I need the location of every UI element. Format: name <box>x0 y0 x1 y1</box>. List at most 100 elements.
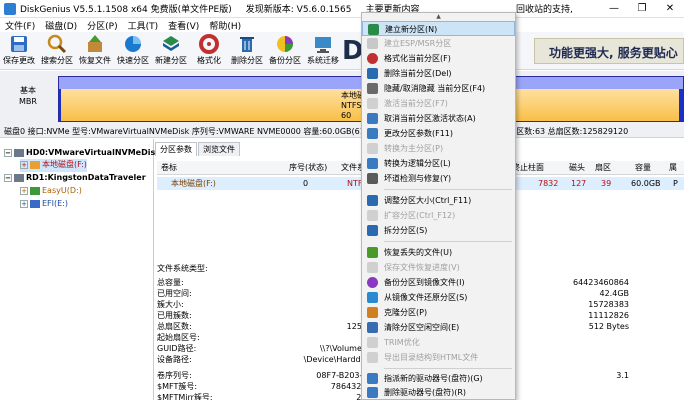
tree-item-easyu[interactable]: + EasyU(D:) <box>20 185 82 198</box>
delete-icon <box>367 68 378 79</box>
menu-partition[interactable]: 分区(P) <box>82 19 122 32</box>
menu-disk[interactable]: 磁盘(D) <box>40 19 82 32</box>
menu-item-backup-image[interactable]: 备份分区到镜像文件(I) <box>362 275 515 290</box>
tree-item-easyu-label: EasyU(D:) <box>42 186 82 195</box>
close-button[interactable]: ✕ <box>656 0 684 18</box>
menu-view[interactable]: 查看(V) <box>163 19 204 32</box>
menu-item-format[interactable]: 格式化当前分区(F) <box>362 51 515 66</box>
menu-item-export-html[interactable]: 导出目录结构到HTML文件 <box>362 350 515 365</box>
menu-scroll-up-icon[interactable]: ▲ <box>362 13 515 21</box>
menu-item-activate[interactable]: 激活当前分区(F7) <box>362 96 515 111</box>
update-notice[interactable]: 发现新版本: V5.6.0.1565 <box>246 2 352 15</box>
split-icon <box>367 225 378 236</box>
delete-partition-icon <box>237 34 257 54</box>
tree-item-rd1[interactable]: − RD1:KingstonDataTraveler <box>4 172 146 185</box>
menu-item-remove-letter[interactable]: 删除驱动器号(盘符)(R) <box>362 385 515 400</box>
recover-files-label: 恢复文件 <box>79 56 111 65</box>
col-attr[interactable]: 属 <box>669 161 677 175</box>
menu-item-assign-letter[interactable]: 指派新的驱动器号(盘符)(G) <box>362 371 515 386</box>
resize-icon <box>367 195 378 206</box>
col-capacity[interactable]: 容量 <box>635 161 651 175</box>
fs-key: 总扇区数: <box>157 322 192 331</box>
menu-item-esp-msr[interactable]: 建立ESP/MSR分区 <box>362 36 515 51</box>
fs-value: 786432 ( <box>330 382 367 391</box>
menu-item-deactivate[interactable]: 取消当前分区激活状态(A) <box>362 111 515 126</box>
menu-item-recover-files[interactable]: 恢复丢失的文件(U) <box>362 245 515 260</box>
backup-partition-label: 备份分区 <box>269 56 301 65</box>
menu-item-resize[interactable]: 调整分区大小(Ctrl_F11) <box>362 193 515 208</box>
menu-item-label: 拆分分区(S) <box>384 226 428 235</box>
tab-browse-files[interactable]: 浏览文件 <box>198 142 240 156</box>
collapse-icon[interactable]: − <box>4 149 12 157</box>
tree-item-efi[interactable]: + EFI(E:) <box>20 198 68 211</box>
save-button[interactable]: 保存更改 <box>0 34 38 68</box>
menu-item-label: 隐藏/取消隐藏 当前分区(F4) <box>384 84 486 93</box>
col-volume-label[interactable]: 卷标 <box>161 161 177 175</box>
new-partition-button[interactable]: 新建分区 <box>152 34 190 68</box>
assign-icon <box>367 373 378 384</box>
partition-icon <box>30 187 40 195</box>
menu-item-split[interactable]: 拆分分区(S) <box>362 223 515 238</box>
quick-partition-button[interactable]: 快速分区 <box>114 34 152 68</box>
col-end-cylinder[interactable]: 终止柱面 <box>512 161 544 175</box>
tab-partition-params[interactable]: 分区参数 <box>155 142 197 156</box>
recover-icon <box>85 34 105 54</box>
menu-item-label: 格式化当前分区(F) <box>384 54 451 63</box>
menu-item-to-logical[interactable]: 转换为逻辑分区(L) <box>362 156 515 171</box>
recover-files-button[interactable]: 恢复文件 <box>76 34 114 68</box>
fs-value: \\?\Volume{ <box>319 344 367 353</box>
menu-item-label: 调整分区大小(Ctrl_F11) <box>384 196 472 205</box>
fs-value-right: 3.1 <box>616 371 629 380</box>
col-sector[interactable]: 扇区 <box>595 161 611 175</box>
backup-partition-button[interactable]: 备份分区 <box>266 34 304 68</box>
expand-icon[interactable]: + <box>20 187 28 195</box>
delete-partition-label: 删除分区 <box>231 56 263 65</box>
disk-tree: − HD0:VMwareVirtualNVMeDisk + 本地磁盘(F:) − RD… <box>0 139 161 400</box>
collapse-icon[interactable]: − <box>4 174 12 182</box>
tree-item-local-disk-label: 本地磁盘(F:) <box>42 160 87 169</box>
menu-item-extend[interactable]: 扩容分区(Ctrl_F12) <box>362 208 515 223</box>
format-button[interactable]: 格式化 <box>190 34 228 68</box>
menu-item-clone[interactable]: 克隆分区(P) <box>362 305 515 320</box>
menu-item-save-progress[interactable]: 保存文件恢复进度(V) <box>362 260 515 275</box>
menu-item-label: 删除当前分区(Del) <box>384 69 452 78</box>
menu-item-to-primary[interactable]: 转换为主分区(P) <box>362 141 515 156</box>
menu-item-wipe-free[interactable]: 清除分区空闲空间(E) <box>362 320 515 335</box>
menu-item-delete[interactable]: 删除当前分区(Del) <box>362 66 515 81</box>
activate-icon <box>367 98 378 109</box>
delete-partition-button[interactable]: 删除分区 <box>228 34 266 68</box>
tree-item-local-disk[interactable]: + 本地磁盘(F:) <box>20 159 87 172</box>
expand-icon[interactable]: + <box>20 200 28 208</box>
deactivate-icon <box>367 113 378 124</box>
usb-disk-icon <box>14 174 24 182</box>
fs-key: 起始扇区号: <box>157 333 200 342</box>
tree-item-hd0[interactable]: − HD0:VMwareVirtualNVMeDisk <box>4 147 161 160</box>
format-icon <box>199 34 219 54</box>
ad-banner[interactable]: 功能更强大, 服务更贴心 <box>534 38 684 64</box>
menu-item-trim[interactable]: TRIM优化 <box>362 335 515 350</box>
col-head[interactable]: 磁头 <box>569 161 585 175</box>
restore-button[interactable]: ❐ <box>628 0 656 18</box>
fs-section-title: 文件系统类型: <box>157 264 208 273</box>
search-partition-button[interactable]: 搜索分区 <box>38 34 76 68</box>
export-icon <box>367 352 378 363</box>
menu-item-restore-image[interactable]: 从镜像文件还原分区(S) <box>362 290 515 305</box>
format-label: 格式化 <box>197 56 221 65</box>
window-title: DiskGenius V5.5.1.1508 x64 免费版(单文件PE版) <box>20 5 232 15</box>
minimize-button[interactable]: — <box>600 0 628 18</box>
disk-type-label: 基本 MBR <box>0 85 56 107</box>
menu-item-new-partition[interactable]: 建立新分区(N) <box>362 21 515 36</box>
menu-file[interactable]: 文件(F) <box>0 19 40 32</box>
menu-item-label: 更改分区参数(F11) <box>384 129 454 138</box>
menu-item-label: 转换为逻辑分区(L) <box>384 159 451 168</box>
col-index[interactable]: 序号(状态) <box>289 161 327 175</box>
disk-map-bar: 基本 MBR 本地磁盘 NTFS 60 <box>0 71 684 125</box>
menu-item-bad-sector[interactable]: 坏道检测与修复(Y) <box>362 171 515 186</box>
tools-icon <box>367 173 378 184</box>
search-partition-label: 搜索分区 <box>41 56 73 65</box>
expand-icon[interactable]: + <box>20 161 28 169</box>
menu-help[interactable]: 帮助(H) <box>204 19 246 32</box>
menu-item-hide[interactable]: 隐藏/取消隐藏 当前分区(F4) <box>362 81 515 96</box>
menu-tools[interactable]: 工具(T) <box>123 19 164 32</box>
menu-item-change-params[interactable]: 更改分区参数(F11) <box>362 126 515 141</box>
